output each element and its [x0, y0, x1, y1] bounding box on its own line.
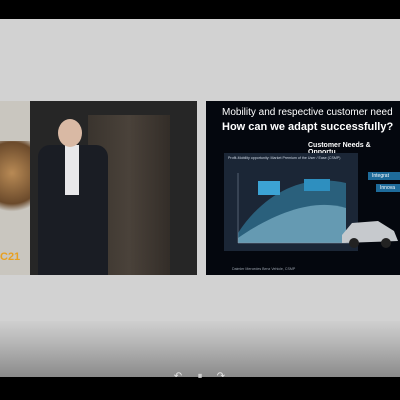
slide-tag-innova: Innova: [376, 184, 400, 192]
slide-video-panel: Mobility and respective customer need Ho…: [206, 101, 400, 275]
banner-text: C21: [0, 251, 21, 263]
player-controls: ↶ ⏸ ↷: [0, 370, 400, 384]
pause-icon[interactable]: ⏸: [193, 370, 207, 384]
speaker-video-panel: C21: [0, 101, 197, 275]
banner-artwork: [0, 141, 30, 221]
slide-car-image: [342, 221, 398, 248]
slide-chart-panel: Profit-Mobility opportunity: Market Prem…: [224, 153, 358, 251]
speaker-head: [58, 119, 82, 147]
top-letterbox: [0, 0, 400, 19]
slide-question: How can we adapt successfully?: [222, 121, 394, 133]
speaker-shirt: [65, 145, 79, 195]
slide-tag-integrat: Integrat: [368, 172, 400, 180]
rewind-icon[interactable]: ↶: [171, 370, 185, 384]
player-shade: [0, 321, 400, 377]
slide-source-note: Daimler Mercedes Benz Vehicle, CSMP: [232, 267, 296, 271]
event-banner: C21: [0, 101, 30, 275]
slide-chart-graphic: [237, 173, 350, 244]
forward-icon[interactable]: ↷: [214, 370, 228, 384]
slide-title: Mobility and respective customer need: [222, 107, 393, 118]
